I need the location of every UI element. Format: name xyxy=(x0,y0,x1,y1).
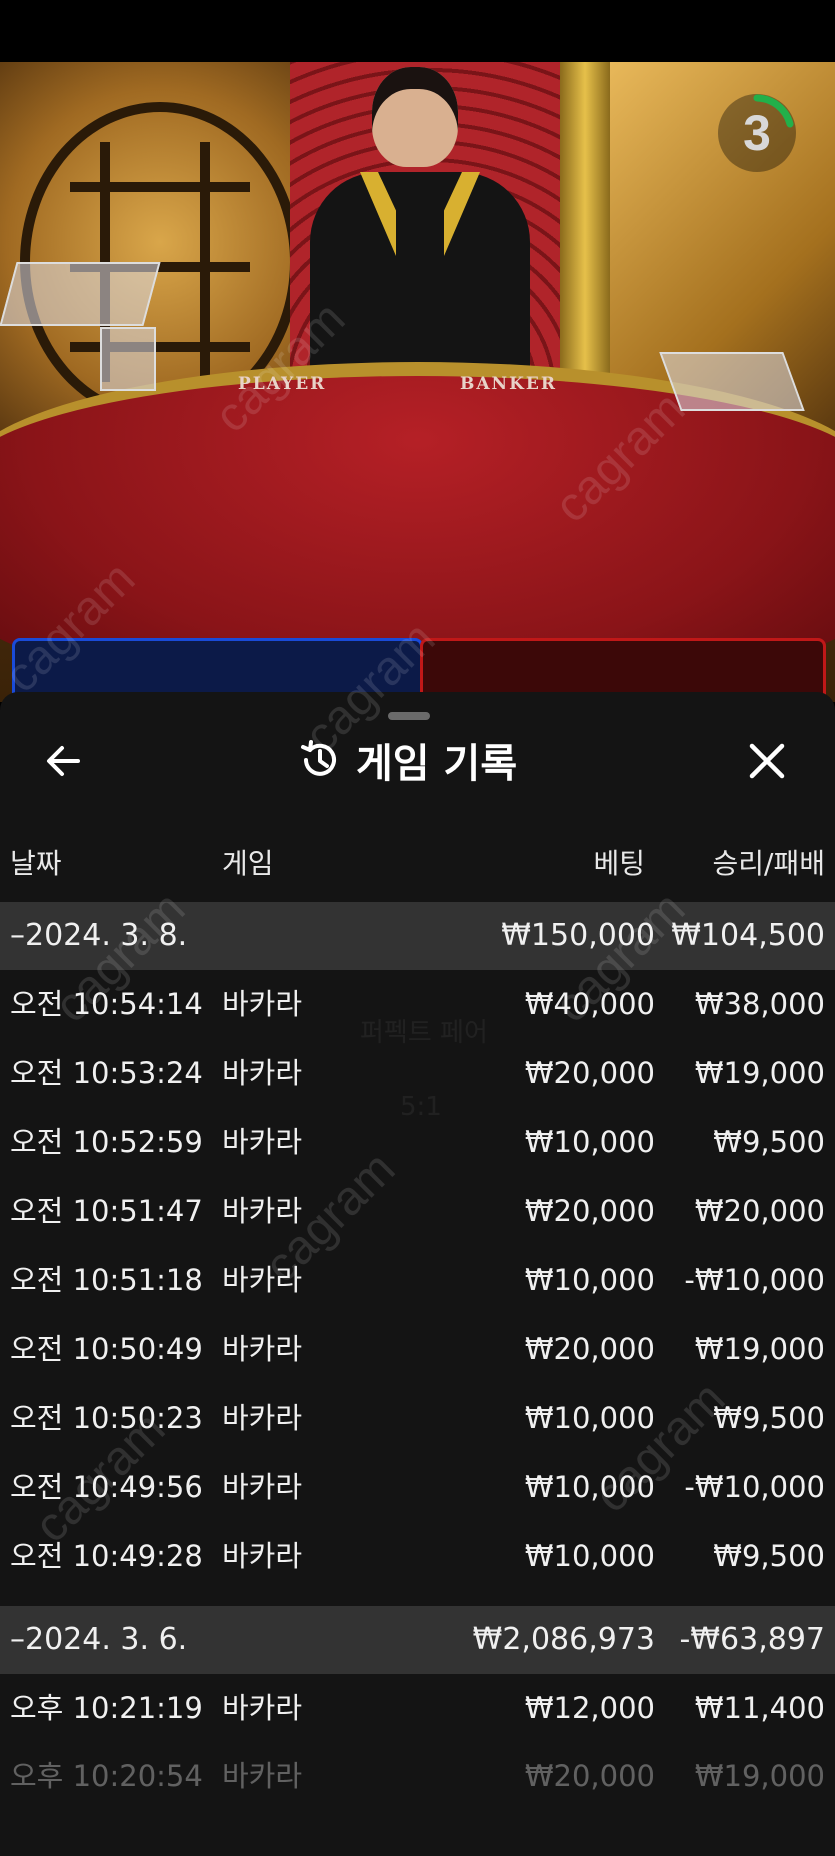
panel-header: 게임 기록 xyxy=(0,728,835,792)
column-game: 게임 xyxy=(222,847,274,880)
dealer-head xyxy=(372,67,458,167)
row-game: 바카라 xyxy=(222,1539,303,1573)
table-banker-label: BANKER xyxy=(460,374,557,394)
row-game: 바카라 xyxy=(222,1691,303,1725)
history-row[interactable]: 오전 10:50:23 바카라 ₩10,000 ₩9,500 xyxy=(0,1384,835,1452)
row-time: 오전 10:53:24 xyxy=(10,1056,203,1090)
row-result: ₩11,400 xyxy=(694,1691,825,1725)
back-button[interactable] xyxy=(40,736,90,786)
row-time: 오전 10:49:56 xyxy=(10,1470,203,1504)
card-stack xyxy=(100,327,156,391)
close-button[interactable] xyxy=(742,736,792,786)
game-history-panel: 무 8:1 퍼펙트 페어 5:1 게임 기록 날짜 게임 베팅 승리/ xyxy=(0,692,835,1856)
row-game: 바카라 xyxy=(222,1056,303,1090)
row-time: 오전 10:49:28 xyxy=(10,1539,203,1573)
row-result: -₩10,000 xyxy=(684,1263,825,1297)
date-group-row[interactable]: –2024. 3. 6. ₩2,086,973 -₩63,897 xyxy=(0,1606,835,1674)
history-row[interactable]: 오전 10:51:47 바카라 ₩20,000 ₩20,000 xyxy=(0,1177,835,1245)
row-result: -₩10,000 xyxy=(684,1470,825,1504)
row-game: 바카라 xyxy=(222,1401,303,1435)
row-time: 오전 10:52:59 xyxy=(10,1125,203,1159)
arrow-left-icon xyxy=(47,746,80,776)
row-bet: ₩40,000 xyxy=(524,987,655,1021)
column-bet: 베팅 xyxy=(593,847,645,880)
history-row[interactable]: 오전 10:49:56 바카라 ₩10,000 -₩10,000 xyxy=(0,1453,835,1521)
row-bet: ₩10,000 xyxy=(524,1539,655,1573)
row-result: ₩9,500 xyxy=(713,1401,825,1435)
panel-title-group: 게임 기록 xyxy=(298,728,517,792)
history-row[interactable]: 오전 10:49:28 바카라 ₩10,000 ₩9,500 xyxy=(0,1522,835,1590)
countdown-timer: 3 xyxy=(718,94,796,172)
row-bet: ₩20,000 xyxy=(524,1194,655,1228)
column-date: 날짜 xyxy=(10,847,62,880)
history-row[interactable]: 오전 10:53:24 바카라 ₩20,000 ₩19,000 xyxy=(0,1039,835,1107)
bottom-fade xyxy=(0,1786,835,1856)
row-bet: ₩10,000 xyxy=(524,1470,655,1504)
row-bet: ₩20,000 xyxy=(524,1056,655,1090)
countdown-value: 3 xyxy=(743,105,771,161)
live-video-feed: PLAYER BANKER 3 xyxy=(0,62,835,702)
row-game: 바카라 xyxy=(222,1125,303,1159)
group-total-bet: ₩2,086,973 xyxy=(472,1622,655,1657)
history-row[interactable]: 오전 10:52:59 바카라 ₩10,000 ₩9,500 xyxy=(0,1108,835,1176)
row-game: 바카라 xyxy=(222,1263,303,1297)
history-row[interactable]: 오전 10:51:18 바카라 ₩10,000 -₩10,000 xyxy=(0,1246,835,1314)
row-time: 오후 10:21:19 xyxy=(10,1691,203,1725)
row-result: ₩9,500 xyxy=(713,1125,825,1159)
row-game: 바카라 xyxy=(222,987,303,1021)
row-game: 바카라 xyxy=(222,1470,303,1504)
row-result: ₩19,000 xyxy=(694,1332,825,1366)
backdrop-pillar xyxy=(560,62,610,402)
history-icon xyxy=(301,740,336,776)
row-time: 오전 10:51:47 xyxy=(10,1194,203,1228)
table-player-label: PLAYER xyxy=(238,374,327,394)
sheet-drag-handle[interactable] xyxy=(388,712,430,720)
date-group-row[interactable]: –2024. 3. 8. ₩150,000 ₩104,500 xyxy=(0,902,835,970)
row-bet: ₩10,000 xyxy=(524,1401,655,1435)
history-row[interactable]: 오후 10:21:19 바카라 ₩12,000 ₩11,400 xyxy=(0,1674,835,1742)
row-result: ₩20,000 xyxy=(694,1194,825,1228)
row-time: 오전 10:51:18 xyxy=(10,1263,203,1297)
row-game: 바카라 xyxy=(222,1194,303,1228)
group-date: –2024. 3. 8. xyxy=(10,918,188,953)
history-row[interactable]: 오전 10:54:14 바카라 ₩40,000 ₩38,000 xyxy=(0,970,835,1038)
row-time: 오전 10:50:23 xyxy=(10,1401,203,1435)
close-icon xyxy=(749,743,785,779)
panel-title: 게임 기록 xyxy=(356,741,518,787)
group-total-result: -₩63,897 xyxy=(679,1622,825,1657)
group-total-bet: ₩150,000 xyxy=(501,918,655,953)
history-row[interactable]: 오전 10:50:49 바카라 ₩20,000 ₩19,000 xyxy=(0,1315,835,1383)
row-bet: ₩10,000 xyxy=(524,1263,655,1297)
group-date: –2024. 3. 6. xyxy=(10,1622,188,1657)
row-bet: ₩10,000 xyxy=(524,1125,655,1159)
card-shoe xyxy=(0,262,161,326)
group-total-result: ₩104,500 xyxy=(671,918,825,953)
discard-tray xyxy=(659,352,805,411)
row-time: 오전 10:54:14 xyxy=(10,987,203,1021)
column-result: 승리/패배 xyxy=(712,847,825,880)
row-result: ₩19,000 xyxy=(694,1056,825,1090)
row-bet: ₩20,000 xyxy=(524,1332,655,1366)
table-header: 날짜 게임 베팅 승리/패배 xyxy=(0,842,835,882)
status-bar xyxy=(0,0,835,62)
row-game: 바카라 xyxy=(222,1332,303,1366)
row-bet: ₩12,000 xyxy=(524,1691,655,1725)
row-time: 오전 10:50:49 xyxy=(10,1332,203,1366)
row-result: ₩9,500 xyxy=(713,1539,825,1573)
row-result: ₩38,000 xyxy=(694,987,825,1021)
